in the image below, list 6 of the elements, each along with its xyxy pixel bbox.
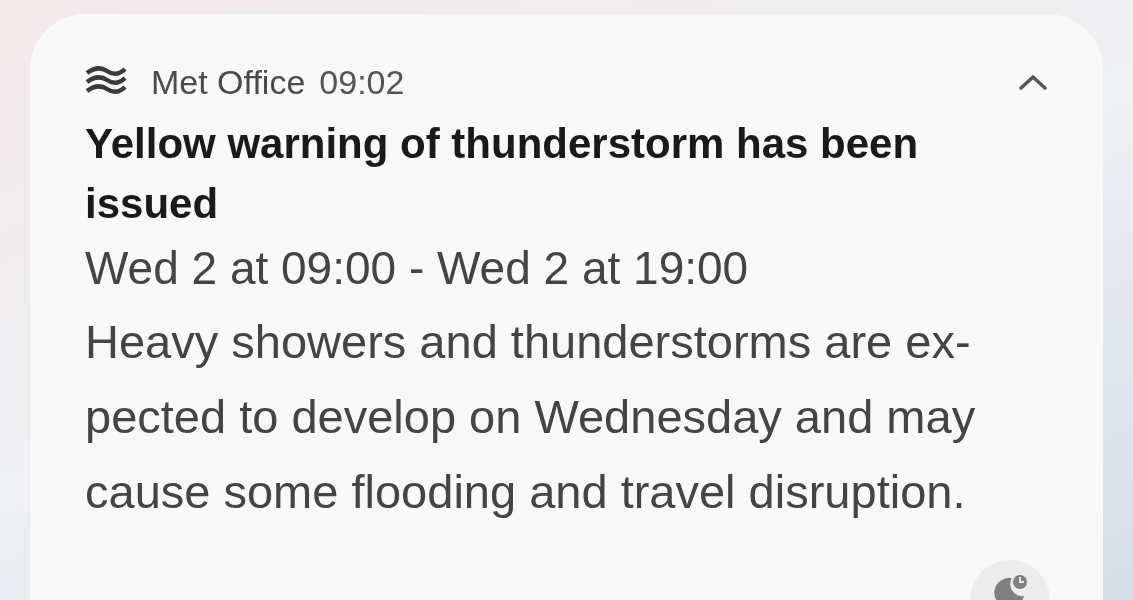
app-name: Met Office bbox=[151, 61, 306, 103]
notification-time: 09:02 bbox=[319, 61, 405, 103]
warning-period: Wed 2 at 09:00 - Wed 2 at 19:00 bbox=[85, 241, 750, 296]
chevron-icon bbox=[1018, 73, 1048, 91]
notification-title: Yellow warning of thunderstorm has been issued bbox=[85, 119, 920, 229]
notification-body: Heavy showers and thunderstorms are ex-pected to develop on Wednesday and may cause some flooding and travel disruption. bbox=[85, 314, 977, 520]
